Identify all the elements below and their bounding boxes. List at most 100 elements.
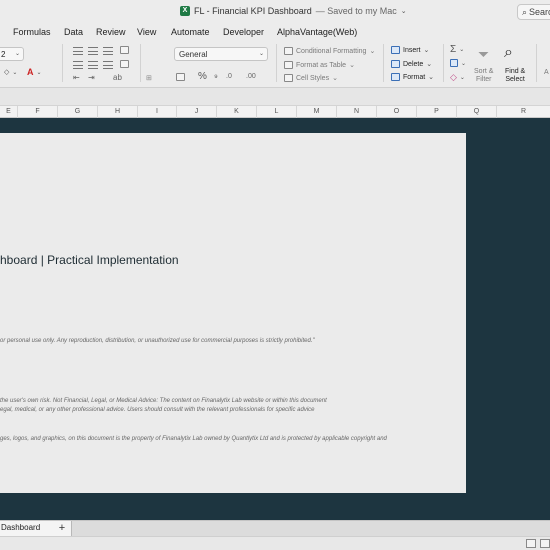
clear-icon[interactable]: ◇ ⌄ xyxy=(450,72,465,83)
accounting-format-icon[interactable] xyxy=(176,73,185,81)
column-header-q[interactable]: Q xyxy=(457,106,497,118)
format-cells-button[interactable]: Format ⌄ xyxy=(391,73,434,81)
conditional-formatting-label: Conditional Formatting xyxy=(296,47,367,55)
fill-icon[interactable]: ⌄ xyxy=(450,59,466,67)
ribbon-tab-bar: Formulas Data Review View Automate Devel… xyxy=(0,24,550,40)
align-left-icon[interactable] xyxy=(73,61,83,69)
sheet-tab-bar: Dashboard + xyxy=(0,520,550,536)
disclaimer-line-1: the user's own risk. Not Financial, Lega… xyxy=(0,398,327,404)
format-as-table-button[interactable]: Format as Table ⌄ xyxy=(284,61,355,69)
column-header-i[interactable]: I xyxy=(138,106,177,118)
tab-data[interactable]: Data xyxy=(64,27,83,37)
ribbon-divider xyxy=(443,44,444,82)
align-right-icon[interactable] xyxy=(103,61,113,69)
font-size-value: 2 xyxy=(1,50,6,59)
orientation-icon[interactable]: ab xyxy=(113,73,122,82)
font-color-button[interactable]: A ⌄ xyxy=(27,67,42,77)
filter-funnel-icon: ⏷ xyxy=(478,46,490,62)
column-header-f[interactable]: F xyxy=(18,106,58,118)
column-header-n[interactable]: N xyxy=(337,106,377,118)
find-select-button[interactable]: Find & Select xyxy=(505,68,525,84)
save-status: — Saved to my Mac xyxy=(315,6,397,16)
column-headers: E F G H I J K L M N O P Q R xyxy=(0,106,550,118)
merge-cells-icon[interactable] xyxy=(120,60,129,68)
tab-view[interactable]: View xyxy=(137,27,156,37)
search-label: Searc xyxy=(529,7,550,17)
cell-styles-button[interactable]: Cell Styles ⌄ xyxy=(284,74,338,82)
normal-view-icon[interactable] xyxy=(526,539,536,548)
column-header-l[interactable]: L xyxy=(257,106,297,118)
chevron-down-icon: ⌄ xyxy=(14,51,20,57)
column-header-m[interactable]: M xyxy=(297,106,337,118)
ribbon-divider xyxy=(62,44,63,82)
column-header-o[interactable]: O xyxy=(377,106,417,118)
disclaimer-line-2: egal, medical, or any other professional… xyxy=(0,407,315,413)
ribbon-divider xyxy=(276,44,277,82)
column-header-r[interactable]: R xyxy=(497,106,550,118)
title-bar: X FL - Financial KPI Dashboard — Saved t… xyxy=(0,0,550,24)
copyright-text: or personal use only. Any reproduction, … xyxy=(0,338,315,344)
tab-alphavantage[interactable]: AlphaVantage(Web) xyxy=(277,27,357,37)
tab-automate[interactable]: Automate xyxy=(171,27,210,37)
window-title: FL - Financial KPI Dashboard xyxy=(194,6,312,16)
decrease-indent-icon[interactable]: ⇤ xyxy=(73,73,80,82)
format-as-table-label: Format as Table xyxy=(296,61,347,69)
ribbon-divider xyxy=(140,44,141,82)
search-input[interactable]: ⌕ Searc xyxy=(517,4,550,20)
insert-label: Insert xyxy=(403,46,421,54)
excel-logo-icon: X xyxy=(180,6,190,16)
alignment-more-icon[interactable]: ⊞ xyxy=(146,74,152,82)
tab-formulas[interactable]: Formulas xyxy=(13,27,51,37)
column-header-g[interactable]: G xyxy=(58,106,98,118)
sort-filter-label-1: Sort & xyxy=(474,68,494,75)
decrease-decimal-icon[interactable]: .00 xyxy=(246,73,256,80)
addins-partial-label[interactable]: A xyxy=(544,69,549,76)
tab-developer[interactable]: Developer xyxy=(223,27,264,37)
sort-filter-button[interactable]: Sort & Filter xyxy=(474,68,493,84)
format-label: Format xyxy=(403,73,426,81)
delete-label: Delete xyxy=(403,60,424,68)
autosum-icon[interactable]: Σ ⌄ xyxy=(450,44,464,55)
ip-notice-text: ges, logos, and graphics, on this docume… xyxy=(0,436,387,442)
ribbon: ◇ ⌄ A ⌄ ⇤ ⇥ ab ⊞ % ⁹ .0 .00 Conditional Fo… xyxy=(0,40,550,88)
wrap-text-icon[interactable] xyxy=(120,46,129,54)
find-select-label-2: Select xyxy=(505,76,525,83)
search-icon: ⌕ xyxy=(522,7,528,17)
column-header-h[interactable]: H xyxy=(98,106,138,118)
find-select-label-1: Find & xyxy=(505,68,526,75)
chevron-down-icon[interactable]: ⌄ xyxy=(401,7,407,15)
formula-bar-area xyxy=(0,88,550,106)
align-middle-icon[interactable] xyxy=(88,47,98,55)
cell-styles-label: Cell Styles xyxy=(296,74,330,82)
status-bar xyxy=(0,536,550,550)
window-title-group[interactable]: X FL - Financial KPI Dashboard — Saved t… xyxy=(180,6,407,16)
magnifier-icon: ⌕ xyxy=(504,44,513,61)
ribbon-divider xyxy=(383,44,384,82)
worksheet-grid[interactable]: hboard | Practical Implementation or per… xyxy=(0,118,550,520)
insert-cells-button[interactable]: Insert ⌄ xyxy=(391,46,429,54)
font-size-input[interactable]: 2 ⌄ xyxy=(0,47,24,61)
increase-indent-icon[interactable]: ⇥ xyxy=(88,73,95,82)
column-header-j[interactable]: J xyxy=(177,106,217,118)
document-title: hboard | Practical Implementation xyxy=(0,253,179,267)
add-sheet-button[interactable]: + xyxy=(55,521,69,536)
number-format-dropdown[interactable]: General ⌄ xyxy=(174,47,268,61)
column-header-k[interactable]: K xyxy=(217,106,257,118)
chevron-down-icon: ⌄ xyxy=(258,51,264,57)
tab-review[interactable]: Review xyxy=(96,27,126,37)
page-layout-view-icon[interactable] xyxy=(540,539,550,548)
align-center-icon[interactable] xyxy=(88,61,98,69)
percent-style-icon[interactable]: % xyxy=(198,71,207,82)
number-format-value: General xyxy=(179,50,208,59)
conditional-formatting-button[interactable]: Conditional Formatting ⌄ xyxy=(284,47,375,55)
document-panel: hboard | Practical Implementation or per… xyxy=(0,133,466,493)
fill-color-button[interactable]: ◇ ⌄ xyxy=(4,68,17,76)
align-top-icon[interactable] xyxy=(73,47,83,55)
increase-decimal-icon[interactable]: .0 xyxy=(226,73,232,80)
column-header-e[interactable]: E xyxy=(0,106,18,118)
delete-cells-button[interactable]: Delete ⌄ xyxy=(391,60,432,68)
comma-style-icon[interactable]: ⁹ xyxy=(214,72,218,82)
sort-filter-label-2: Filter xyxy=(475,76,492,83)
align-bottom-icon[interactable] xyxy=(103,47,113,55)
column-header-p[interactable]: P xyxy=(417,106,457,118)
